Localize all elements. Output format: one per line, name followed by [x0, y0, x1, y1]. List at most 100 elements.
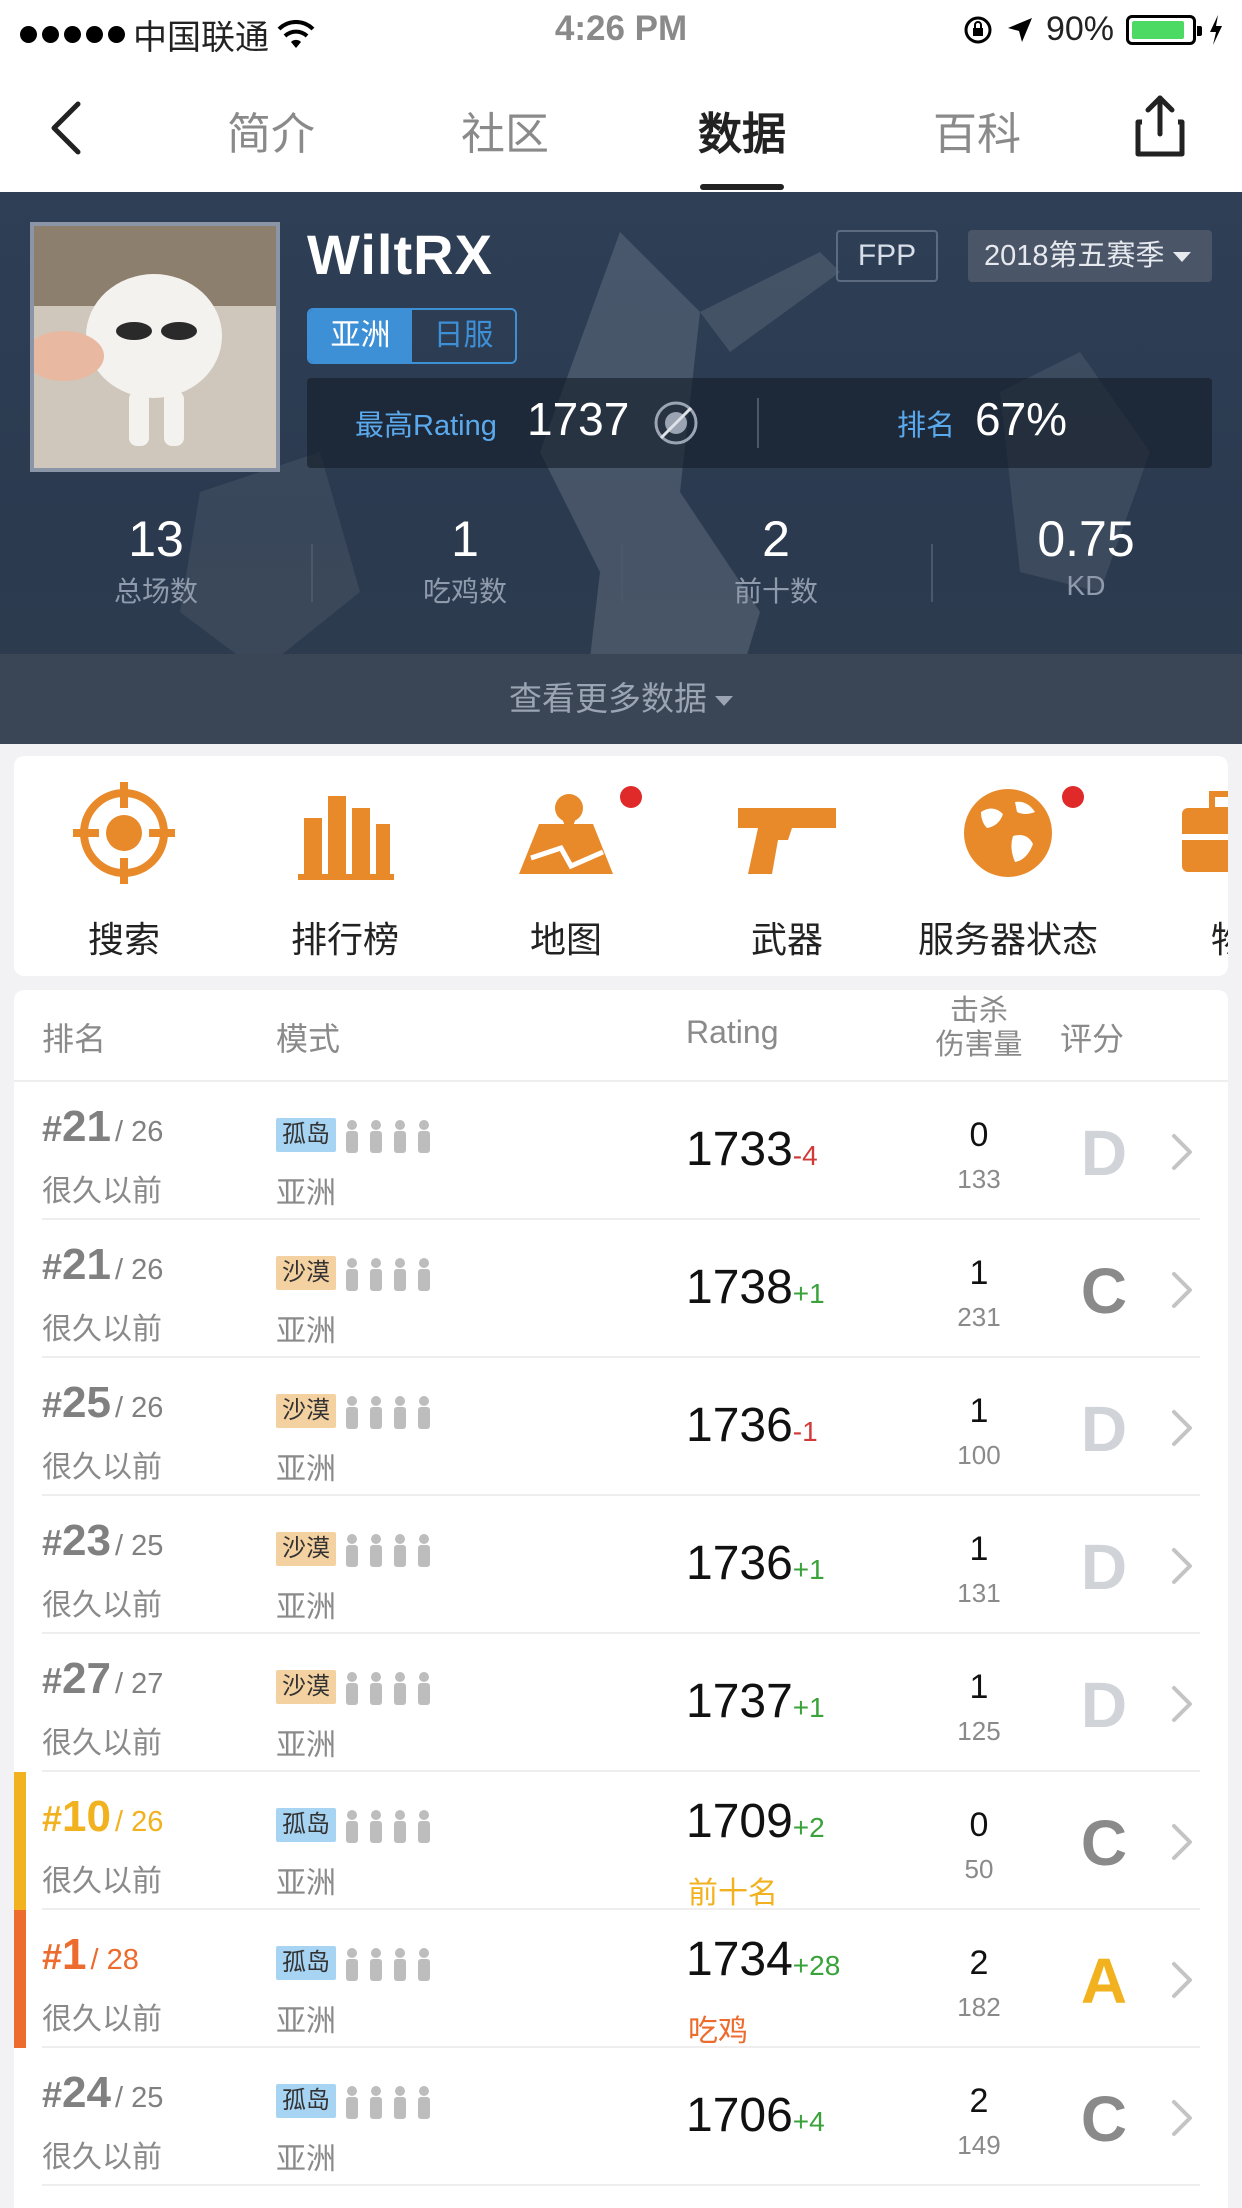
match-rank: #27/ 27 [42, 1654, 163, 1704]
header-damage: 伤害量 [935, 1029, 1023, 1061]
table-row[interactable]: #21/ 26 很久以前 沙漠 亚洲 1738+1 1 231 C [14, 1220, 1228, 1358]
table-row[interactable]: #24/ 25 很久以前 孤岛 亚洲 1706+4 2 149 C [14, 2048, 1228, 2186]
header-kills-damage: 击杀 伤害量 [924, 994, 1034, 1062]
match-grade: C [1080, 2083, 1128, 2155]
match-rank: #1/ 28 [42, 1930, 139, 1980]
stat-label: 前十数 [733, 576, 818, 607]
table-row[interactable]: #1/ 28 很久以前 孤岛 亚洲 1734+28 吃鸡 2 182 A [14, 1910, 1228, 2048]
match-kills: 1 [969, 1668, 989, 1706]
avatar[interactable] [30, 222, 280, 472]
rating-delta: +28 [792, 1950, 841, 1981]
rank-number: 1 [62, 1930, 87, 1979]
rank-number: 23 [62, 1516, 111, 1565]
match-rating: 1733-4 [686, 1122, 818, 1177]
rank-label: 排名 [897, 410, 956, 442]
status-bar: 中国联通 4:26 PM 90% [0, 0, 1242, 62]
tool-search[interactable]: 搜索 [14, 778, 234, 963]
match-time: 很久以前 [42, 1175, 162, 1208]
squad-icon [344, 1808, 440, 1844]
rank-number: 10 [62, 1792, 111, 1841]
match-rating: 1709+2 [686, 1794, 825, 1849]
rank-number: 21 [62, 1102, 111, 1151]
more-data-button[interactable]: 查看更多数据 [0, 654, 1242, 744]
crosshair-icon [73, 782, 175, 884]
match-rank: #21/ 26 [42, 1240, 163, 1290]
chevron-right-icon [1166, 1132, 1196, 1172]
chevron-right-icon [1166, 1270, 1196, 1310]
region-toggle[interactable]: 亚洲 日服 [307, 308, 517, 364]
match-rating: 1736+1 [686, 1536, 825, 1591]
table-row[interactable]: #27/ 27 很久以前 沙漠 亚洲 1737+1 1 125 D [14, 1634, 1228, 1772]
squad-icon [344, 2084, 440, 2120]
tab-community[interactable]: 社区 [425, 98, 585, 162]
match-time: 很久以前 [42, 2003, 162, 2036]
rank-number: 21 [62, 1240, 111, 1289]
match-damage: 125 [957, 1716, 1001, 1746]
globe-icon [964, 789, 1052, 877]
rotation-lock-icon [964, 16, 992, 43]
region-japan-button[interactable]: 日服 [412, 310, 515, 362]
share-button[interactable] [1130, 92, 1190, 162]
rating-value: 1734 [686, 1933, 793, 1986]
battery-percent: 90% [1045, 10, 1114, 48]
tab-data[interactable]: 数据 [662, 98, 822, 162]
tool-leaderboard[interactable]: 排行榜 [235, 778, 455, 963]
match-damage: 100 [957, 1440, 1001, 1470]
rank-number: 24 [62, 2068, 111, 2117]
header-rank: 排名 [42, 1021, 107, 1057]
tool-items[interactable]: 物 [1119, 778, 1228, 963]
match-damage: 182 [957, 1992, 1001, 2022]
divider [621, 544, 623, 602]
season-dropdown[interactable]: 2018第五赛季 [968, 230, 1212, 282]
chevron-right-icon [1166, 1408, 1196, 1448]
tool-label: 排行榜 [290, 919, 399, 960]
tool-label: 搜索 [87, 919, 160, 960]
match-region: 亚洲 [276, 1453, 336, 1486]
result-tag: 吃鸡 [688, 2015, 748, 2048]
stat-value: 1 [451, 511, 479, 567]
match-damage: 133 [957, 1164, 1001, 1194]
tool-label: 服务器状态 [917, 919, 1098, 960]
table-row[interactable]: #10/ 26 很久以前 孤岛 亚洲 1709+2 前十名 0 50 C [14, 1772, 1228, 1910]
tool-weapons[interactable]: 武器 [677, 778, 897, 963]
header-mode: 模式 [276, 1021, 341, 1057]
more-data-label: 查看更多数据 [509, 680, 707, 717]
match-grade: C [1080, 1255, 1128, 1327]
stats-row: 13 总场数 1 吃鸡数 2 前十数 0.75 KD [0, 510, 1242, 630]
squad-icon [344, 1946, 440, 1982]
leaderboard-icon [298, 796, 394, 880]
profile-header: WiltRX FPP 2018第五赛季 亚洲 日服 最高Rating 1737 … [0, 192, 1242, 744]
match-kills: 0 [969, 1806, 989, 1844]
squad-icon [344, 1532, 440, 1568]
season-label: 2018第五赛季 [984, 240, 1165, 272]
match-kills: 1 [969, 1254, 989, 1292]
match-rating: 1737+1 [686, 1674, 825, 1729]
rating-delta: +1 [792, 1554, 825, 1585]
match-history-table: 排名 模式 Rating 击杀 伤害量 评分 #21/ 26 很久以前 孤岛 亚洲 173… [14, 990, 1228, 2208]
region-asia-button[interactable]: 亚洲 [309, 310, 412, 362]
result-accent-bar [14, 1772, 26, 1910]
rank-total: / 25 [114, 2082, 164, 2114]
tab-wiki[interactable]: 百科 [897, 98, 1057, 162]
match-rank: #24/ 25 [42, 2068, 163, 2118]
fpp-toggle-button[interactable]: FPP [836, 230, 938, 282]
best-rating-value: 1737 [527, 393, 630, 445]
header-grade: 评分 [1060, 1021, 1125, 1057]
back-button[interactable] [40, 98, 100, 158]
match-grade: D [1080, 1531, 1128, 1603]
tool-server-status[interactable]: 服务器状态 [898, 778, 1118, 963]
result-tag: 前十名 [688, 1877, 778, 1910]
chevron-right-icon [1166, 1684, 1196, 1724]
rank-number: 25 [62, 1378, 111, 1427]
tool-map[interactable]: 地图 [456, 778, 676, 963]
top-nav: 简介 社区 数据 百科 [0, 62, 1242, 192]
rating-delta: +2 [792, 1812, 825, 1843]
map-badge: 沙漠 [276, 1532, 336, 1566]
rank-total: / 26 [114, 1254, 164, 1286]
tab-intro[interactable]: 简介 [191, 98, 351, 162]
table-row[interactable]: #25/ 26 很久以前 沙漠 亚洲 1736-1 1 100 D [14, 1358, 1228, 1496]
stat-top10: 2 前十数 [656, 510, 896, 610]
rank-hash: # [42, 2074, 63, 2115]
table-row[interactable]: #23/ 25 很久以前 沙漠 亚洲 1736+1 1 131 D [14, 1496, 1228, 1634]
table-row[interactable]: #21/ 26 很久以前 孤岛 亚洲 1733-4 0 133 D [14, 1082, 1228, 1220]
